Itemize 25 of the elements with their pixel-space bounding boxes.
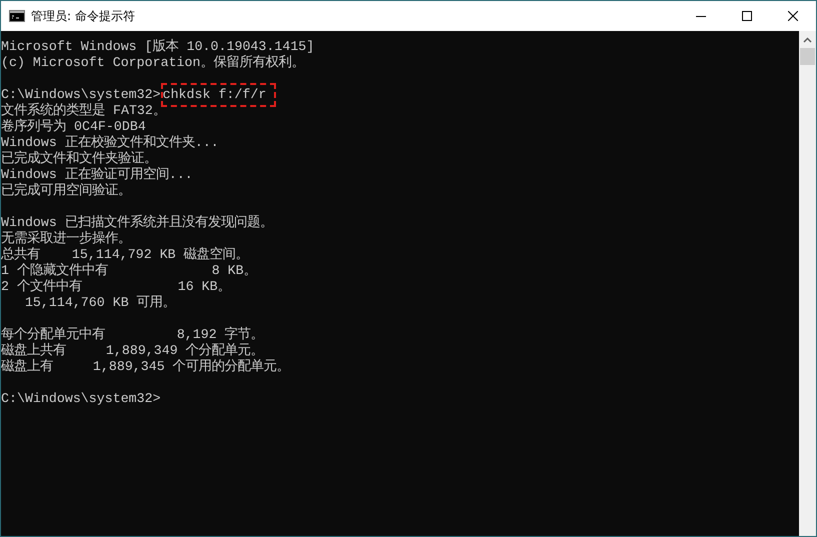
console-prompt: C:\Windows\system32>	[1, 391, 161, 406]
console-prompt: C:\Windows\system32>	[1, 87, 161, 102]
console-line: 每个分配单元中有 8,192 字节。	[1, 327, 265, 342]
console-line: 磁盘上有 1,889,345 个可用的分配单元。	[1, 359, 291, 375]
console-line: Microsoft Windows [版本 10.0.19043.1415]	[1, 39, 316, 55]
console-line: (c) Microsoft Corporation。保留所有权利。	[1, 55, 306, 71]
console-line: Windows 已扫描文件系统并且没有发现问题。	[1, 215, 274, 230]
console-line: 已完成文件和文件夹验证。	[1, 151, 158, 166]
console-line: Windows 正在验证可用空间...	[1, 167, 194, 182]
console-line: 1 个隐藏文件中有 8 KB。	[1, 263, 258, 278]
console-command: chkdsk f:/f/r	[160, 83, 276, 107]
close-icon	[788, 11, 798, 21]
console-line: Windows 正在校验文件和文件夹...	[1, 135, 220, 150]
console-line: 已完成可用空间验证。	[1, 183, 132, 199]
window-title: 管理员: 命令提示符	[31, 8, 136, 24]
console-line: 15,114,760 KB 可用。	[24, 295, 177, 311]
console-line: 2 个文件中有 16 KB。	[1, 279, 232, 295]
maximize-icon	[742, 11, 752, 21]
scrollbar[interactable]	[799, 31, 816, 536]
scrollbar-thumb[interactable]	[800, 48, 815, 65]
console-icon	[9, 10, 25, 22]
console-line: 无需采取进一步操作。	[1, 231, 132, 247]
console-line: 卷序列号为 0C4F-0DB4	[1, 119, 147, 134]
console-line: 磁盘上共有 1,889,349 个分配单元。	[1, 343, 265, 358]
console-line: 总共有 15,114,792 KB 磁盘空间。	[1, 247, 250, 262]
